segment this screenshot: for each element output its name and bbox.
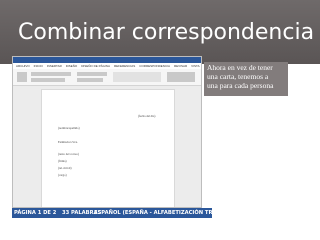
styles-gallery[interactable] <box>113 72 161 82</box>
slide-title: Combinar correspondencia <box>18 20 315 45</box>
status-language[interactable]: ESPAÑOL (ESPAÑA - ALFABETIZACIÓN TRADICI… <box>94 208 212 218</box>
doc-line: (texto del correo) <box>58 152 79 156</box>
font-selector[interactable] <box>31 72 71 76</box>
word-status-bar: PÁGINA 1 DE 2 33 PALABRAS ESPAÑOL (ESPAÑ… <box>12 208 212 218</box>
word-screenshot: ARCHIVO INICIO INSERTAR DISEÑO DISEÑO DE… <box>12 56 202 208</box>
note-line: Ahora en vez de tener <box>207 63 273 72</box>
font-format-buttons[interactable] <box>31 78 65 82</box>
note-line: una para cada persona <box>207 81 274 90</box>
paragraph-buttons[interactable] <box>77 72 107 76</box>
doc-line: (tel. móvil) <box>58 166 72 170</box>
doc-line: (cargo) <box>58 173 67 177</box>
doc-line: (firma) <box>58 159 67 163</box>
doc-date-line: (fecha del día) <box>138 114 156 118</box>
note-line: una carta, tenemos a <box>207 72 269 81</box>
ribbon <box>13 69 201 86</box>
note-box: Ahora en vez de tener una carta, tenemos… <box>204 62 288 96</box>
doc-line: (nombre/apellido) <box>58 126 80 130</box>
document-page[interactable]: (fecha del día) (nombre/apellido) Estima… <box>41 89 175 207</box>
alignment-buttons[interactable] <box>77 78 103 82</box>
editing-group[interactable] <box>167 72 195 82</box>
doc-line: Estimado/a Sr/a. <box>58 140 78 144</box>
status-page-count[interactable]: PÁGINA 1 DE 2 <box>14 208 56 218</box>
paste-button[interactable] <box>17 72 27 82</box>
